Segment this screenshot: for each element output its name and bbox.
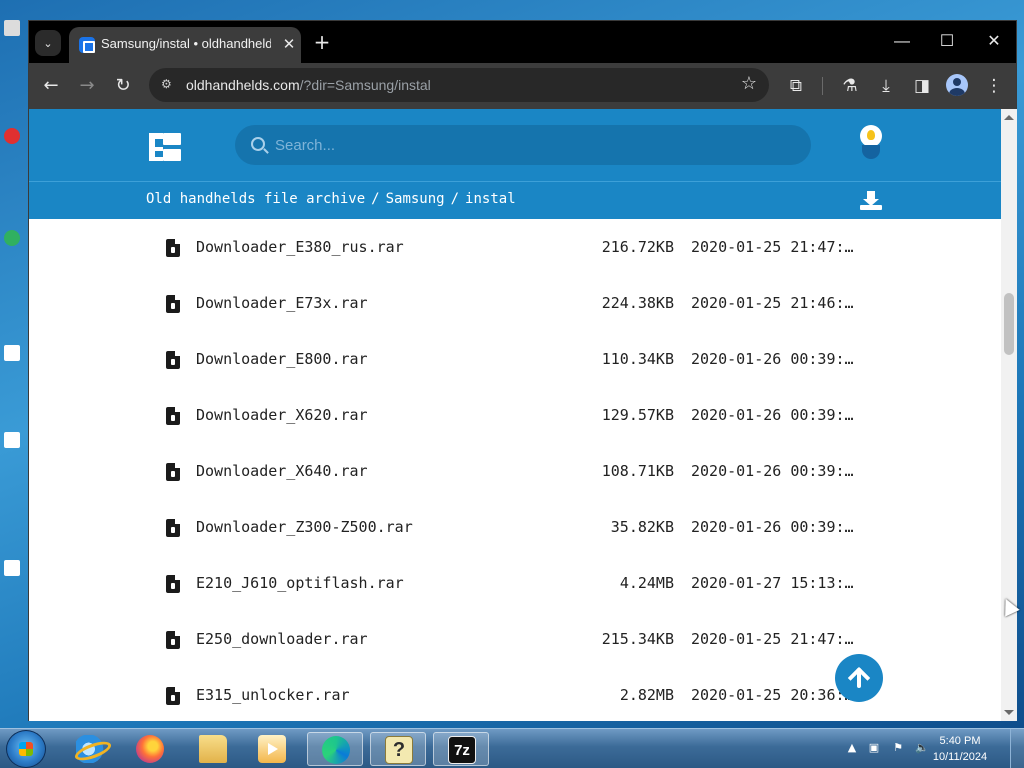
search-icon <box>251 137 265 151</box>
network-icon[interactable]: ▣ <box>867 741 881 755</box>
file-row[interactable]: Downloader_X620.rar 129.57KB 2020-01-26 … <box>29 361 1001 425</box>
desktop-icon-app-5[interactable] <box>4 560 20 576</box>
tab-search-button[interactable]: ⌄ <box>35 30 61 56</box>
scrollbar-thumb[interactable] <box>1004 293 1014 355</box>
site-info-icon[interactable]: ⚙ <box>161 77 177 93</box>
scroll-down-arrow-icon[interactable] <box>1004 710 1014 715</box>
up-arrow-head-icon <box>847 666 871 690</box>
breadcrumb-root-link[interactable]: Old handhelds file archive <box>146 191 365 207</box>
url-text[interactable]: oldhandhelds.com/?dir=Samsung/instal <box>186 77 431 93</box>
taskbar-edge[interactable] <box>307 732 363 766</box>
archive-file-icon <box>166 687 180 705</box>
extensions-icon[interactable]: ⧉ <box>783 73 809 99</box>
tab-title: Samsung/instal • oldhandhelds <box>101 36 271 51</box>
file-name[interactable]: E315_unlocker.rar <box>196 686 350 704</box>
desktop-icons-strip <box>0 0 22 728</box>
file-row[interactable]: E250_downloader.rar 215.34KB 2020-01-25 … <box>29 585 1001 649</box>
site-logo-icon[interactable] <box>149 129 185 163</box>
taskbar-internet-explorer[interactable] <box>62 732 118 766</box>
breadcrumb: Old handhelds file archive / Samsung / insta… <box>146 191 516 207</box>
clock-time: 5:40 PM <box>939 735 981 747</box>
menu-kebab-icon[interactable]: ⋮ <box>981 73 1007 99</box>
site-header: Old handhelds file archive/Samsung/insta… <box>29 109 1001 219</box>
desktop-icon-app-4[interactable] <box>4 432 20 448</box>
breadcrumb-current: instal <box>465 191 516 207</box>
bookmark-star-icon[interactable]: ☆ <box>741 73 757 94</box>
file-row[interactable]: Downloader_E800.rar 110.34KB 2020-01-26 … <box>29 305 1001 369</box>
file-row[interactable]: Downloader_Z300-Z500.rar 35.82KB 2020-01… <box>29 473 1001 537</box>
toolbar-divider <box>822 77 823 95</box>
side-panel-icon[interactable]: ◨ <box>909 73 935 99</box>
taskbar-file-explorer[interactable] <box>185 732 241 766</box>
close-window-button[interactable]: ✕ <box>979 29 1009 55</box>
scroll-to-top-button[interactable] <box>835 654 883 702</box>
reload-icon[interactable]: ↻ <box>110 73 136 99</box>
labs-flask-icon[interactable]: ⚗ <box>837 73 863 99</box>
taskbar-help[interactable]: ? <box>370 732 426 766</box>
internet-explorer-icon <box>76 735 104 763</box>
browser-toolbar: ← → ↻ ⚙ oldhandhelds.com/?dir=Samsung/in… <box>29 63 1016 109</box>
help-icon: ? <box>385 736 413 764</box>
maximize-button[interactable]: ☐ <box>932 29 962 55</box>
7zip-icon: 7z <box>448 736 476 764</box>
site-favicon-icon <box>79 37 95 53</box>
tab-strip: ⌄ Samsung/instal • oldhandhelds ✕ + — ☐ … <box>29 21 1016 63</box>
file-size: 2.82MB <box>619 686 674 704</box>
taskbar: ? 7z ▲ ▣ ⚑ 🔈 5:40 PM 10/11/2024 <box>0 728 1024 768</box>
file-row[interactable]: Downloader_E73x.rar 224.38KB 2020-01-25 … <box>29 249 1001 313</box>
download-icon[interactable]: ⤓ <box>873 73 899 99</box>
system-clock[interactable]: 5:40 PM 10/11/2024 <box>925 733 995 765</box>
breadcrumb-samsung-link[interactable]: Samsung <box>386 191 445 207</box>
taskbar-7zip[interactable]: 7z <box>433 732 489 766</box>
show-desktop-button[interactable] <box>1010 729 1024 768</box>
tray-expand-icon[interactable]: ▲ <box>845 741 859 755</box>
media-player-icon <box>258 735 286 763</box>
taskbar-media-player[interactable] <box>244 732 300 766</box>
scroll-up-arrow-icon[interactable] <box>1004 115 1014 120</box>
desktop-icon-computer[interactable] <box>4 20 20 36</box>
search-input[interactable] <box>275 125 795 165</box>
minimize-button[interactable]: — <box>887 29 917 55</box>
header-divider <box>29 181 1001 182</box>
action-center-flag-icon[interactable]: ⚑ <box>891 741 905 755</box>
new-tab-button[interactable]: + <box>309 29 335 55</box>
tab-close-icon[interactable]: ✕ <box>278 33 300 55</box>
taskbar-firefox[interactable] <box>122 732 178 766</box>
edge-icon <box>322 736 350 764</box>
address-bar[interactable]: ⚙ oldhandhelds.com/?dir=Samsung/instal ☆ <box>149 68 769 102</box>
file-row[interactable]: Downloader_X640.rar 108.71KB 2020-01-26 … <box>29 417 1001 481</box>
forward-arrow-icon[interactable]: → <box>74 73 100 99</box>
lightbulb-theme-toggle-icon[interactable] <box>857 125 885 163</box>
clock-date: 10/11/2024 <box>932 751 988 763</box>
firefox-icon <box>136 735 164 763</box>
desktop-icon-app-3[interactable] <box>4 345 20 361</box>
browser-window: ⌄ Samsung/instal • oldhandhelds ✕ + — ☐ … <box>28 20 1017 721</box>
file-explorer-icon <box>199 735 227 763</box>
download-folder-icon[interactable] <box>860 191 882 211</box>
profile-avatar-icon[interactable] <box>946 74 968 96</box>
back-arrow-icon[interactable]: ← <box>38 73 64 99</box>
file-row[interactable]: E210_J610_optiflash.rar 4.24MB 2020-01-2… <box>29 529 1001 593</box>
active-tab[interactable]: Samsung/instal • oldhandhelds ✕ <box>69 27 301 63</box>
desktop-icon-app-2[interactable] <box>4 230 20 246</box>
desktop-icon-app[interactable] <box>4 128 20 144</box>
page-viewport: Old handhelds file archive/Samsung/insta… <box>29 109 1001 721</box>
page-scrollbar[interactable] <box>1001 109 1017 721</box>
start-button[interactable] <box>6 730 46 768</box>
search-box[interactable] <box>235 125 811 165</box>
file-list: Downloader_E380_rus.rar 216.72KB 2020-01… <box>29 193 1001 705</box>
